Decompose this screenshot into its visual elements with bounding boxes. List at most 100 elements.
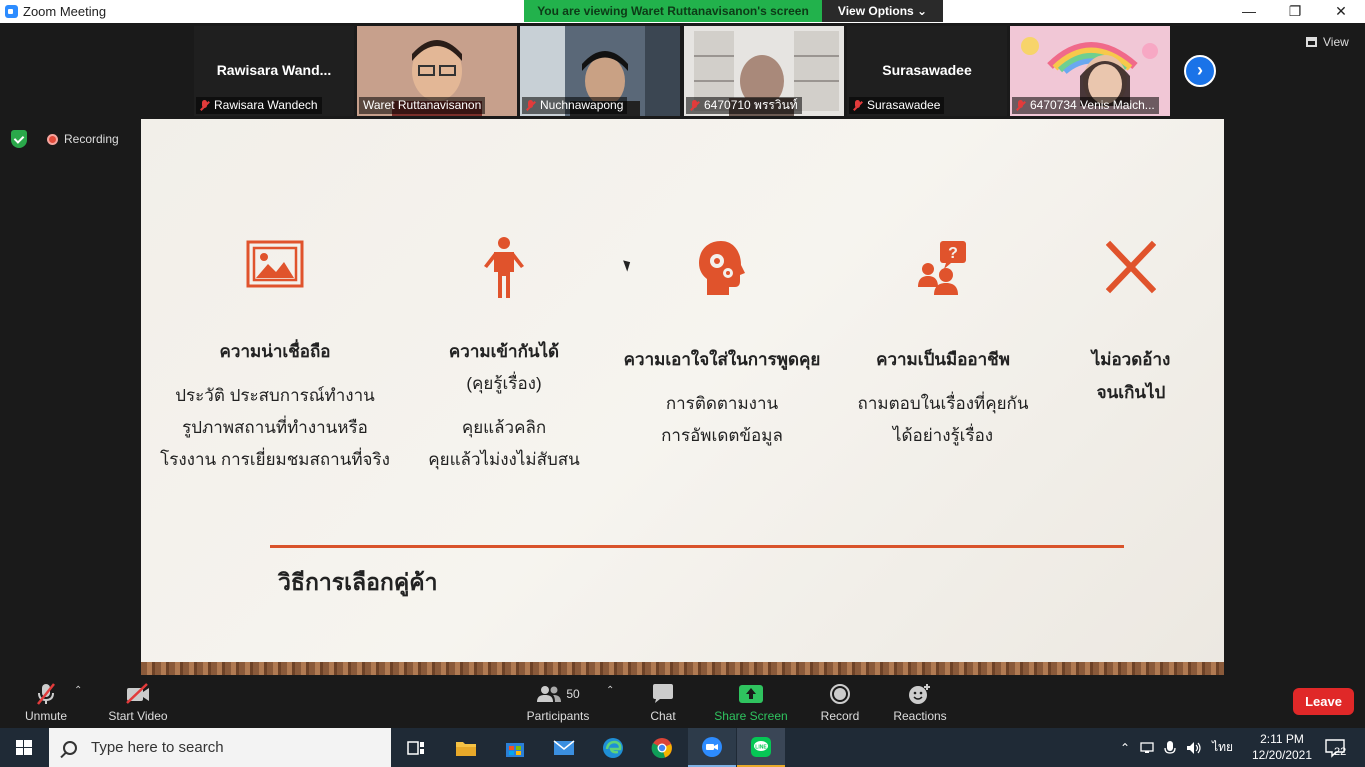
video-off-icon (126, 683, 149, 704)
view-options-button[interactable]: View Options ⌄ (822, 0, 943, 22)
leave-button[interactable]: Leave (1293, 688, 1354, 715)
folder-icon (456, 741, 476, 756)
line-icon: LINE (751, 736, 771, 757)
gallery-view-icon (1306, 37, 1317, 47)
zoom-taskbar-button[interactable] (688, 728, 736, 767)
record-button[interactable]: Record (818, 681, 862, 723)
line-taskbar-button[interactable]: LINE (737, 728, 785, 767)
chat-label: Chat (650, 709, 676, 723)
participants-button[interactable]: 50 Participants (524, 681, 592, 723)
volume-icon[interactable] (1186, 741, 1202, 755)
column-line: โรงงาน การเยี่ยมชมสถานที่จริง (160, 450, 390, 469)
column-line: การอัพเดตข้อมูล (661, 426, 783, 445)
title-bar: Zoom Meeting You are viewing Waret Rutta… (0, 0, 1365, 23)
unmute-button[interactable]: Unmute (20, 681, 72, 723)
x-mark-icon (1106, 240, 1156, 294)
reactions-icon (909, 684, 930, 704)
participant-name-label: Rawisara Wandech (196, 97, 322, 114)
svg-text:?: ? (948, 245, 958, 262)
column-line: รูปภาพสถานที่ทำงานหรือ (182, 418, 368, 437)
column-heading: ความเอาใจใส่ในการพูดคุย (623, 350, 821, 369)
start-button[interactable] (0, 728, 48, 767)
minimize-button[interactable]: — (1226, 0, 1272, 23)
chat-button[interactable]: Chat (642, 681, 684, 723)
muted-mic-icon (200, 100, 209, 111)
recording-dot-icon (47, 133, 58, 145)
muted-mic-icon (690, 100, 699, 111)
slide-title: วิธีการเลือกคู่ค้า (278, 569, 438, 595)
participant-name-label: 6470734 Venis Maich... (1012, 97, 1159, 114)
clock-time: 2:11 PM (1260, 732, 1304, 746)
microphone-tray-icon[interactable] (1164, 740, 1176, 756)
notifications-button[interactable]: 22 (1324, 728, 1346, 767)
chrome-button[interactable] (638, 728, 686, 767)
chrome-icon (651, 737, 672, 758)
person-icon (484, 237, 524, 298)
start-video-label: Start Video (108, 709, 168, 723)
participants-caret[interactable]: ⌃ (606, 685, 614, 696)
reactions-label: Reactions (893, 709, 947, 723)
recording-label[interactable]: Recording (64, 132, 119, 146)
zoom-app: Zoom Meeting You are viewing Waret Rutta… (0, 0, 1365, 767)
edge-button[interactable] (589, 728, 637, 767)
share-screen-button[interactable]: Share Screen (714, 681, 788, 723)
window-title: Zoom Meeting (23, 4, 107, 19)
participant-name-label: 6470710 พรรวินท์ (686, 97, 802, 114)
search-icon (63, 740, 77, 755)
share-screen-label: Share Screen (714, 709, 788, 723)
muted-mic-icon (1016, 100, 1025, 111)
mail-icon (553, 739, 575, 755)
participant-big-name: Rawisara Wand... (216, 62, 332, 78)
column-line: ได้อย่างรู้เรื่อง (892, 426, 994, 445)
participant-count: 50 (566, 687, 580, 701)
participant-tile[interactable]: 6470710 พรรวินท์ (684, 26, 844, 116)
file-explorer-button[interactable] (442, 728, 490, 767)
record-icon (830, 684, 850, 704)
people-question-icon: ? (918, 241, 966, 295)
share-screen-icon (739, 685, 763, 703)
next-page-button[interactable]: › (1184, 55, 1216, 87)
viewing-banner: You are viewing Waret Ruttanavisanon's s… (524, 0, 822, 22)
show-hidden-icons-chevron-icon[interactable]: ⌃ (1120, 741, 1130, 755)
taskbar-search[interactable]: Type here to search (49, 728, 391, 767)
edge-icon (603, 737, 623, 758)
participant-tile[interactable]: Surasawadee Surasawadee (847, 26, 1007, 116)
close-button[interactable]: ✕ (1318, 0, 1364, 23)
search-placeholder: Type here to search (91, 739, 224, 756)
participant-tile[interactable]: Rawisara Wand... Rawisara Wandech (194, 26, 354, 116)
mail-button[interactable] (540, 728, 588, 767)
meeting-toolbar: Unmute ⌃ Start Video 50 Participants ⌃ C… (0, 675, 1365, 728)
column-line: ประวัติ ประสบการณ์ทำงาน (175, 386, 375, 405)
column-subheading: จนเกินไป (1096, 383, 1166, 402)
store-button[interactable] (491, 728, 539, 767)
divider-line (270, 545, 1124, 548)
image-icon (246, 240, 304, 288)
column-subheading: (คุยรู้เรื่อง) (466, 374, 542, 393)
participant-name-label: Waret Ruttanavisanon (359, 97, 486, 114)
system-tray: ⌃ ไทย (1120, 728, 1233, 767)
chat-icon (653, 684, 673, 703)
participant-tile[interactable]: Nuchnawapong (520, 26, 680, 116)
column-heading: ไม่อวดอ้าง (1091, 350, 1171, 369)
windows-taskbar: Type here to search LINE ⌃ ไทย 2:11 PM 1… (0, 728, 1365, 767)
task-view-button[interactable] (392, 728, 440, 767)
shared-screen[interactable]: ความน่าเชื่อถือ ประวัติ ประสบการณ์ทำงาน … (141, 119, 1224, 675)
restore-button[interactable]: ❐ (1272, 0, 1318, 23)
participant-name-label: Nuchnawapong (522, 97, 628, 114)
network-icon[interactable] (1140, 741, 1156, 755)
taskbar-clock[interactable]: 2:11 PM 12/20/2021 (1244, 731, 1320, 763)
participant-tile[interactable]: 6470734 Venis Maich... (1010, 26, 1170, 116)
zoom-logo-icon (5, 5, 18, 18)
language-indicator[interactable]: ไทย (1212, 738, 1233, 757)
muted-mic-icon (37, 683, 55, 705)
start-video-button[interactable]: Start Video (106, 681, 170, 723)
audio-options-caret[interactable]: ⌃ (74, 685, 82, 696)
view-button[interactable]: View (1306, 35, 1349, 49)
task-view-icon (407, 740, 424, 755)
unmute-label: Unmute (24, 709, 68, 723)
reactions-button[interactable]: Reactions (892, 681, 948, 723)
slide-column: ความเอาใจใส่ในการพูดคุย การติดตามงาน การ… (602, 239, 842, 452)
participant-tile[interactable]: Waret Ruttanavisanon (357, 26, 517, 116)
encryption-shield-icon[interactable] (11, 130, 27, 148)
zoom-icon (702, 736, 722, 757)
